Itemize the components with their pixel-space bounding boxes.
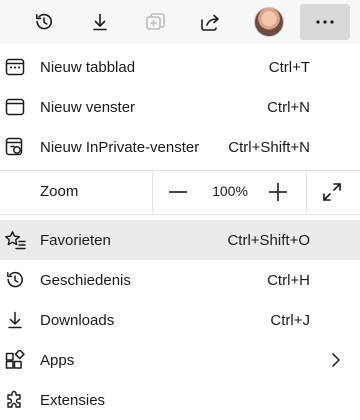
download-icon [4, 309, 26, 331]
zoom-in-button[interactable] [262, 177, 294, 207]
settings-and-more-button[interactable] [300, 4, 350, 40]
download-icon [93, 13, 107, 31]
download-button[interactable] [82, 4, 118, 40]
divider [0, 214, 360, 215]
menu-item-downloads[interactable]: Downloads Ctrl+J [0, 300, 360, 340]
history-icon [4, 269, 26, 291]
menu-item-new-window[interactable]: Nieuw venster Ctrl+N [0, 87, 360, 127]
menu-item-label: Downloads [40, 311, 115, 329]
more-icon [316, 20, 334, 24]
menu-item-shortcut: Ctrl+J [270, 311, 310, 329]
menu-item-shortcut: Ctrl+N [267, 98, 310, 116]
history-icon [36, 13, 52, 30]
browser-toolbar [0, 0, 360, 44]
profile-button[interactable] [251, 4, 287, 40]
menu-item-label: Favorieten [40, 231, 111, 249]
chevron-right-icon [330, 350, 342, 370]
new-window-icon [4, 96, 26, 118]
menu-item-favorites[interactable]: Favorieten Ctrl+Shift+O [0, 220, 360, 260]
menu-item-history[interactable]: Geschiedenis Ctrl+H [0, 260, 360, 300]
zoom-label: Zoom [40, 183, 79, 200]
plus-icon [269, 183, 287, 201]
divider [152, 171, 153, 213]
extensions-icon [4, 389, 26, 411]
collections-icon [146, 13, 165, 30]
menu-item-label: Apps [40, 351, 75, 369]
fullscreen-icon [323, 183, 341, 201]
collections-button[interactable] [138, 4, 174, 40]
menu-item-shortcut: Ctrl+H [267, 271, 310, 289]
zoom-out-button[interactable] [162, 177, 194, 207]
zoom-level: 100% [212, 183, 248, 199]
menu-item-label: Nieuw tabblad [40, 58, 136, 76]
menu-item-extensions[interactable]: Extensies [0, 380, 360, 420]
menu-item-label: Geschiedenis [40, 271, 131, 289]
menu-item-shortcut: Ctrl+Shift+O [227, 231, 310, 249]
divider [306, 171, 307, 213]
inprivate-icon [4, 136, 26, 158]
menu-item-shortcut: Ctrl+Shift+N [228, 138, 310, 156]
share-button[interactable] [192, 4, 228, 40]
menu-item-apps[interactable]: Apps [0, 340, 360, 380]
menu-item-new-tab[interactable]: Nieuw tabblad Ctrl+T [0, 47, 360, 87]
menu-item-new-inprivate-window[interactable]: Nieuw InPrivate-venster Ctrl+Shift+N [0, 127, 360, 167]
menu-item-label: Extensies [40, 391, 106, 409]
settings-menu: Nieuw tabblad Ctrl+T Nieuw venster Ctrl+… [0, 44, 360, 420]
apps-icon [4, 349, 26, 371]
menu-item-shortcut: Ctrl+T [268, 58, 310, 76]
avatar [254, 7, 284, 37]
zoom-row: Zoom 100% [0, 171, 360, 213]
favorites-icon [4, 229, 26, 251]
fullscreen-button[interactable] [316, 177, 348, 207]
share-icon [201, 14, 219, 31]
new-tab-icon [4, 56, 26, 78]
minus-icon [169, 191, 187, 193]
menu-item-label: Nieuw InPrivate-venster [40, 138, 200, 156]
menu-item-label: Nieuw venster [40, 98, 136, 116]
history-button[interactable] [26, 4, 62, 40]
